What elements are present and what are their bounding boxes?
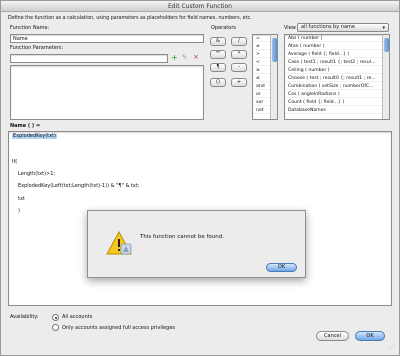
function-item[interactable]: DatabaseNames [285,107,389,114]
operators-list[interactable]: = ≠ > < ≥ ≤ and or xor not [252,34,278,120]
view-label: View [284,25,296,31]
full-access-accounts-label: Only accounts assigned full access privi… [62,325,176,331]
operator-quotes-button[interactable]: "" [210,50,226,59]
functions-scroll-thumb[interactable] [384,38,389,52]
operator-subtract-button[interactable]: - [231,63,247,72]
window-title: Edit Custom Function [1,1,399,12]
remove-parameter-icon[interactable]: × [193,54,199,61]
function-item[interactable]: Ceiling ( number ) [285,67,389,74]
edit-parameter-icon[interactable]: ✎ [182,55,187,61]
cancel-button[interactable]: Cancel [316,331,349,341]
operator-ampersand-button[interactable]: & [210,37,226,46]
function-name-field[interactable]: Name [10,34,204,43]
operator-multiply-button[interactable]: * [231,50,247,59]
functions-list[interactable]: Abs ( number ) Atan ( number ) Average (… [284,34,390,120]
operators-label: Operators [211,25,236,31]
formula-line-selected: ExplodedKey(txt) [12,133,58,139]
function-name-label: Function Name: [10,25,50,31]
operator-parentheses-button[interactable]: () [210,78,226,87]
formula-label: Name ( ) = [10,123,41,129]
view-select-value: all functions by name [301,24,355,30]
function-item[interactable]: Abs ( number ) [285,35,389,42]
function-item[interactable]: Combination ( setSize ; numberOfC… [285,83,389,90]
function-item[interactable]: Cos ( angleInRadians ) [285,91,389,98]
function-name-value: Name [13,36,28,42]
function-item[interactable]: Average ( field {; field...} ) [285,51,389,58]
instructions-text: Define the function as a calculation, us… [8,16,252,21]
view-select[interactable]: all functions by name ▾ [297,23,389,32]
chevron-down-icon: ▾ [382,25,385,31]
operators-scroll-thumb[interactable] [272,38,277,62]
formula-line: ) [18,208,20,214]
operator-add-button[interactable]: + [231,78,247,87]
full-access-accounts-radio[interactable] [52,324,59,331]
function-item[interactable]: Atan ( number ) [285,43,389,50]
all-accounts-radio[interactable] [52,314,59,321]
formula-line: If( [12,159,18,165]
resize-grip-icon[interactable]: ⋰ [389,344,395,350]
formula-line: ExplodedKey(Left(txt;Length(txt)-1)) & "… [18,183,140,189]
alert-dialog: This function cannot be found. OK [87,210,306,278]
availability-label: Availability: [10,314,39,320]
function-item[interactable]: Count ( field {; field...} ) [285,99,389,106]
edit-custom-function-window: Edit Custom Function Define the function… [0,0,400,356]
function-item[interactable]: Choose ( test ; result0 {; result1 ; re… [285,75,389,82]
alert-ok-button[interactable]: OK [266,263,297,272]
operators-scrollbar[interactable] [270,35,277,119]
formula-line: Length(txt)>1; [18,171,56,177]
function-parameters-label: Function Parameters: [10,45,64,51]
parameter-name-field[interactable] [10,54,168,63]
alert-message: This function cannot be found. [140,234,224,240]
operator-pilcrow-button[interactable]: ¶ [210,63,226,72]
functions-scrollbar[interactable] [382,35,389,119]
warning-icon [106,231,132,255]
all-accounts-label: All accounts [62,314,93,320]
function-item[interactable]: Case ( test1 ; result1 {; test2 ; resul… [285,59,389,66]
parameters-list[interactable] [10,65,204,120]
formula-line: txt [18,196,25,202]
add-parameter-icon[interactable]: + [171,54,178,62]
operator-divide-button[interactable]: / [231,37,247,46]
ok-button[interactable]: OK [355,331,385,341]
